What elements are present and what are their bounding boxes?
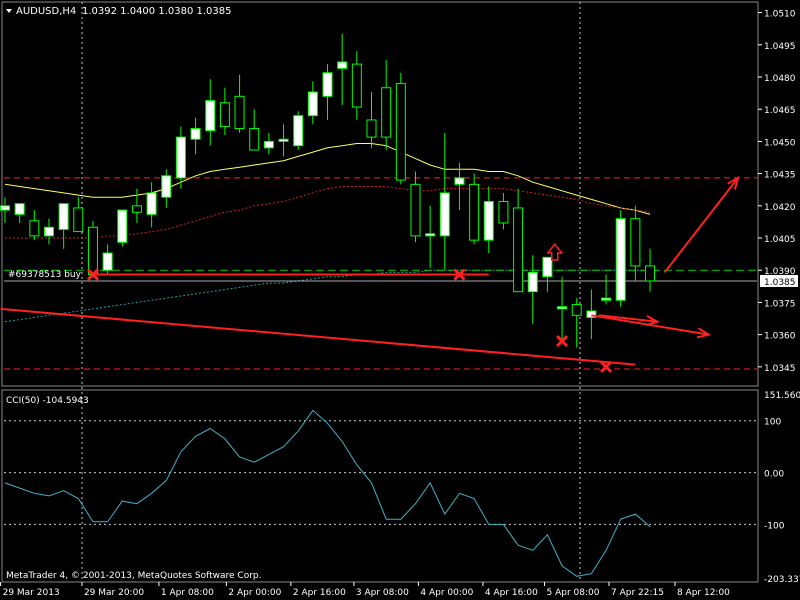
price-tick-label: 1.0480 [764,74,796,84]
candle-body [219,102,230,127]
candle-body [381,87,392,138]
candle-body [469,183,480,241]
cci-tick-label: 151.5601 [764,391,800,401]
candle-body [293,115,304,147]
price-tick-label: 1.0420 [764,203,796,213]
chart-window: AUDUSD,H4 1.0392 1.0400 1.0380 1.0385 #6… [0,0,800,600]
candle-body [439,192,450,237]
candle-body [43,226,54,237]
candle-body [351,63,362,108]
candle-body [146,192,157,215]
cci-tick-label: -100 [764,521,785,531]
candle-body [87,226,98,276]
price-tick-label: 1.0465 [764,106,796,116]
candle-body [263,140,274,149]
indicator-frame [1,389,759,583]
price-tick-label: 1.0405 [764,235,796,245]
candle-body [483,201,494,241]
time-tick-label: 4 Apr 16:00 [485,588,538,598]
cross-marker-icon[interactable] [599,360,613,373]
cci-tick-label: 100 [764,418,781,428]
candle-body [307,91,318,117]
time-tick-label: 29 Mar 20:00 [84,588,144,598]
moving-average-line [4,269,650,323]
price-tick-label: 1.0345 [764,364,796,374]
candle-body [102,252,113,271]
candle-body [322,72,333,97]
candle-body [645,265,656,282]
candle-body [234,95,245,130]
candle-body [542,256,553,278]
price-tick-label: 1.0435 [764,171,796,181]
candle-body [175,136,186,179]
candle-body [498,201,509,224]
candle-body [615,218,626,301]
price-tick-label: 1.0495 [764,42,796,52]
candle-body [14,203,25,215]
moving-average-line [4,143,651,215]
candle-body [410,183,421,237]
candle-body [454,177,465,185]
time-tick-label: 1 Apr 08:00 [161,588,214,598]
candle-body [366,119,377,138]
candle-body [161,175,172,198]
candle-body [425,233,436,237]
ohlc-readout: 1.0392 1.0400 1.0380 1.0385 [82,6,232,17]
time-tick-label: 3 Apr 08:00 [356,588,409,598]
cci-tick-label: -203.337 [764,575,800,585]
time-tick-label: 2 Apr 00:00 [228,588,281,598]
time-tick-label: 2 Apr 16:00 [293,588,346,598]
candle-body [73,207,84,233]
moving-average-line [5,186,651,239]
candle-body [395,82,406,181]
time-tick-label: 4 Apr 00:00 [420,588,473,598]
candle-body [513,207,524,293]
candle-body [29,220,40,237]
symbol-title: AUDUSD,H4 [16,6,76,17]
candle-body [131,205,142,213]
candle-body [205,100,216,132]
candle-body [117,209,128,243]
price-tick-label: 1.0375 [764,299,796,309]
candle-body [571,304,582,316]
candle-body [249,128,260,151]
candle-body [58,203,69,230]
price-tick-label: 1.0510 [764,10,796,20]
candle-body [601,297,612,301]
cci-label: CCI(50) -104.5943 [6,396,89,406]
copyright-footer: MetaTrader 4, © 2001-2013, MetaQuotes So… [6,571,262,581]
main-chart-frame [1,1,759,387]
candle-body [527,271,538,293]
candle-body [337,61,348,69]
chevron-down-icon[interactable] [6,9,12,13]
candle-body [278,138,289,142]
time-tick-label: 8 Apr 12:00 [677,588,730,598]
cci-line [4,409,651,577]
candle-body [557,306,568,310]
arrow-line[interactable] [663,177,739,273]
trendline[interactable] [0,307,636,366]
candle-body [0,205,10,211]
candle-body [630,218,641,267]
chart-canvas[interactable]: AUDUSD,H4 1.0392 1.0400 1.0380 1.0385 #6… [0,0,800,600]
time-tick-label: 29 Mar 2013 [3,588,60,598]
price-tick-label: 1.0450 [764,138,796,148]
price-tick-label: 1.0360 [764,332,796,342]
cci-tick-label: 0.00 [764,470,784,480]
time-tick-label: 5 Apr 08:00 [546,588,599,598]
time-tick-label: 7 Apr 22:15 [611,588,664,598]
current-price-label: 1.0385 [764,278,796,288]
order-label[interactable]: #69378513 buy [8,270,82,280]
candle-body [190,128,201,140]
